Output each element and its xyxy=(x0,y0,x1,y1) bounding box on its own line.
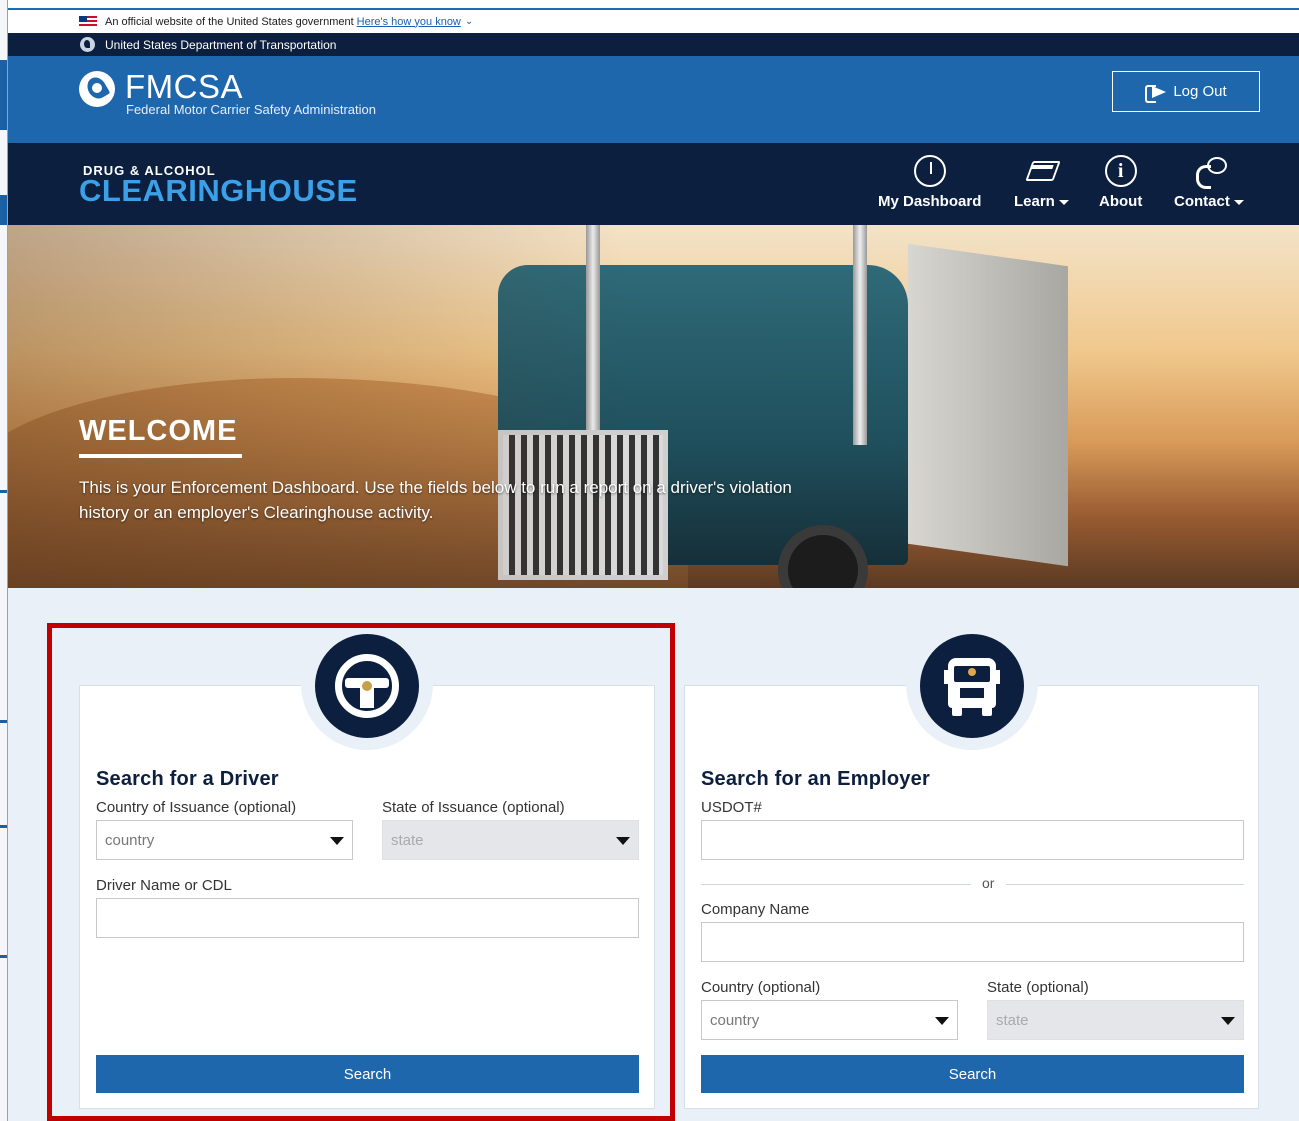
nav-contact[interactable]: Contact xyxy=(1174,155,1244,210)
fmcsa-subtitle: Federal Motor Carrier Safety Administrat… xyxy=(126,102,376,117)
employer-state-select[interactable]: state xyxy=(987,1000,1244,1040)
nav-contact-label: Contact xyxy=(1174,193,1230,210)
nav-learn-label: Learn xyxy=(1014,193,1055,210)
flag-icon xyxy=(79,16,97,27)
truck-mirror xyxy=(996,670,1000,684)
strip-block xyxy=(0,60,7,130)
left-cropped-strip xyxy=(0,0,8,1121)
employer-icon-badge xyxy=(920,634,1024,738)
usdot-input[interactable] xyxy=(701,820,1244,860)
fmcsa-header: FMCSA Federal Motor Carrier Safety Admin… xyxy=(8,56,1299,143)
truck-driver xyxy=(968,668,976,676)
heres-how-you-know-link[interactable]: Here's how you know xyxy=(357,16,461,28)
strip-block xyxy=(0,195,7,225)
logout-label: Log Out xyxy=(1173,83,1227,100)
company-name-input[interactable] xyxy=(701,922,1244,962)
dashboard-gauge-icon xyxy=(913,155,946,187)
nav-learn[interactable]: Learn xyxy=(1014,155,1069,210)
chevron-down-icon xyxy=(1221,1017,1235,1025)
truck-icon xyxy=(944,654,1000,718)
hero-trailer xyxy=(908,243,1068,567)
driver-search-highlight-box xyxy=(47,623,675,1121)
dot-logo-icon xyxy=(80,37,95,52)
dot-bar: United States Department of Transportati… xyxy=(8,33,1299,56)
strip-block xyxy=(0,825,7,828)
employer-country-select[interactable]: country xyxy=(701,1000,958,1040)
chevron-down-icon xyxy=(935,1017,949,1025)
hero-exhaust-stack xyxy=(853,225,867,445)
fmcsa-logo-icon[interactable] xyxy=(79,71,115,107)
hero-banner: WELCOME This is your Enforcement Dashboa… xyxy=(8,225,1299,588)
truck-grill xyxy=(960,688,984,698)
employer-country-label: Country (optional) xyxy=(701,979,821,996)
steering-hub xyxy=(362,681,372,691)
strip-block xyxy=(0,490,7,493)
strip-block xyxy=(0,955,7,958)
gov-banner-text: An official website of the United States… xyxy=(105,15,354,28)
employer-country-value: country xyxy=(710,1011,760,1029)
truck-wheel xyxy=(952,706,962,716)
nav-my-dashboard[interactable]: My Dashboard xyxy=(878,155,981,210)
hero-description: This is your Enforcement Dashboard. Use … xyxy=(79,478,792,522)
strip-block xyxy=(0,720,7,723)
phone-icon xyxy=(1193,155,1227,189)
usdot-label: USDOT# xyxy=(701,799,762,816)
fmcsa-name[interactable]: FMCSA xyxy=(125,68,243,106)
clearinghouse-nav: DRUG & ALCOHOL CLEARINGHOUSE My Dashboar… xyxy=(8,143,1299,225)
employer-search-title: Search for an Employer xyxy=(701,768,930,790)
caret-down-icon xyxy=(1233,199,1244,205)
logout-icon xyxy=(1145,83,1167,103)
chevron-down-icon[interactable]: ⌄ xyxy=(465,16,473,27)
dot-bar-text: United States Department of Transportati… xyxy=(105,37,337,52)
employer-search-button[interactable]: Search xyxy=(701,1055,1244,1093)
gov-banner: An official website of the United States… xyxy=(8,8,1299,33)
truck-mirror xyxy=(944,670,948,684)
nav-about[interactable]: About xyxy=(1099,155,1142,210)
hero-shade xyxy=(8,225,628,588)
or-divider-left xyxy=(701,884,971,885)
welcome-heading: WELCOME xyxy=(79,415,238,447)
welcome-underline xyxy=(79,454,242,458)
nav-about-label: About xyxy=(1099,193,1143,210)
caret-down-icon xyxy=(1058,199,1069,205)
logout-button[interactable]: Log Out xyxy=(1112,71,1260,112)
book-icon xyxy=(1025,155,1057,187)
page: An official website of the United States… xyxy=(0,0,1299,1121)
clearinghouse-logo-big[interactable]: CLEARINGHOUSE xyxy=(79,173,358,209)
employer-state-label: State (optional) xyxy=(987,979,1089,996)
company-name-label: Company Name xyxy=(701,901,810,918)
or-divider-text: or xyxy=(982,875,995,891)
truck-wheel xyxy=(982,706,992,716)
employer-state-value: state xyxy=(996,1011,1029,1029)
nav-my-dashboard-label: My Dashboard xyxy=(878,193,982,210)
or-divider-right xyxy=(1006,884,1244,885)
info-icon xyxy=(1104,155,1137,187)
